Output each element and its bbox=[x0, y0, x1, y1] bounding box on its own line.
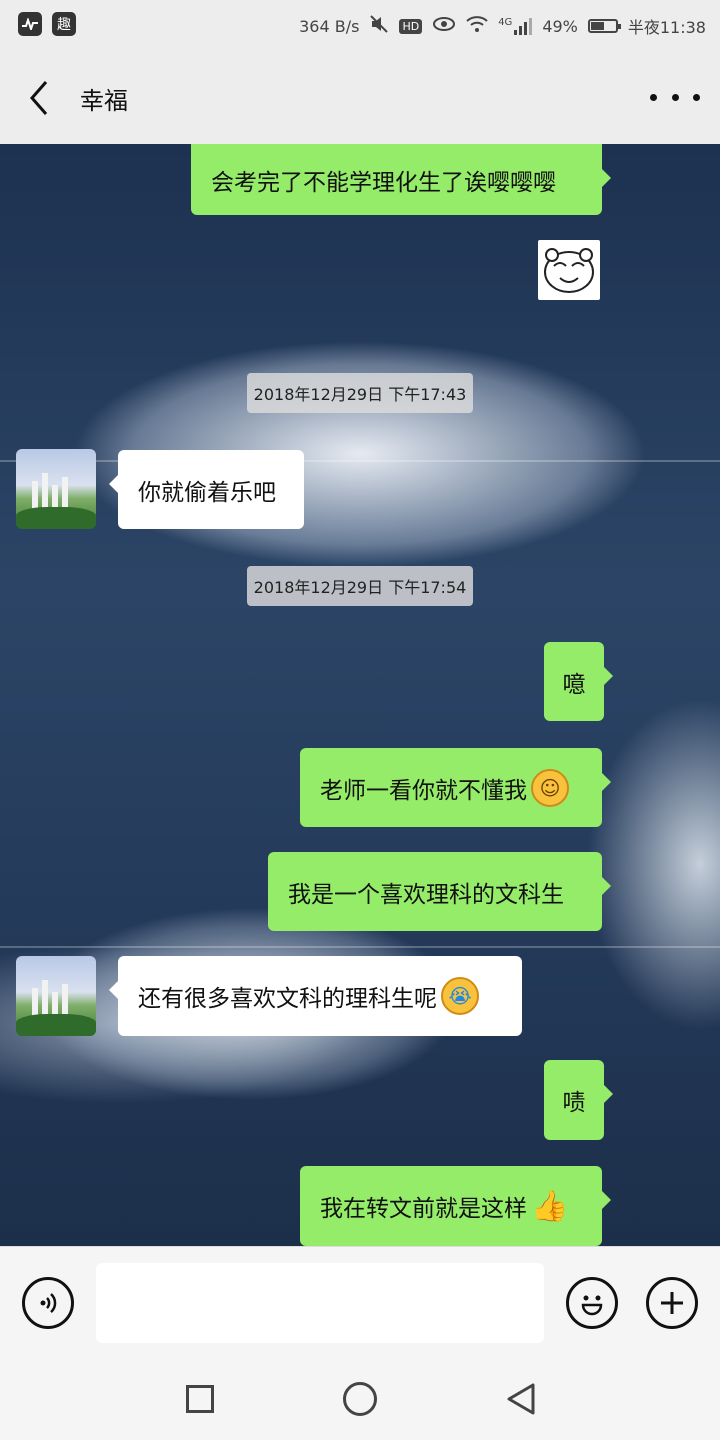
timestamp: 2018年12月29日 下午17:54 bbox=[247, 566, 473, 606]
message-text: 会考完了不能学理化生了诶嘤嘤嘤 bbox=[211, 169, 556, 196]
signal-type-label: 4G bbox=[498, 17, 513, 28]
hd-badge: HD bbox=[399, 18, 423, 34]
mute-icon bbox=[369, 14, 389, 38]
more-options-icon[interactable] bbox=[650, 80, 700, 114]
eye-icon bbox=[432, 16, 456, 36]
message-text: 我在转文前就是这样 bbox=[320, 1196, 527, 1222]
home-icon[interactable] bbox=[343, 1382, 377, 1416]
timestamp: 2018年12月29日 下午17:43 bbox=[247, 373, 473, 413]
avatar[interactable] bbox=[16, 956, 96, 1036]
message-bubble-sent[interactable]: 会考完了不能学理化生了诶嘤嘤嘤 bbox=[191, 144, 611, 215]
battery-icon bbox=[587, 19, 621, 33]
network-speed: 364 B/s bbox=[299, 16, 360, 36]
system-nav-bar bbox=[0, 1358, 720, 1440]
battery-percent: 49% bbox=[542, 16, 578, 36]
qu-app-icon: 趣 bbox=[52, 12, 76, 36]
background-seam bbox=[0, 460, 720, 462]
crying-laughing-emoji-icon: 😭 bbox=[441, 977, 479, 1015]
chat-area[interactable]: 会考完了不能学理化生了诶嘤嘤嘤 2018年12月29日 下午17:43 你就偷着… bbox=[0, 144, 720, 1246]
wifi-icon bbox=[466, 15, 488, 37]
background-seam bbox=[0, 946, 720, 948]
status-bar: 趣 364 B/s HD 4G 49% 半夜11:38 bbox=[0, 0, 720, 50]
message-text: 啧 bbox=[562, 1090, 586, 1116]
smile-emoji-icon: ☺ bbox=[531, 768, 569, 807]
emoji-picker-icon[interactable] bbox=[566, 1277, 618, 1329]
message-text: 你就偷着乐吧 bbox=[138, 479, 276, 506]
message-bubble-sent[interactable]: 我是一个喜欢理科的文科生 bbox=[268, 852, 611, 931]
input-bar bbox=[0, 1246, 720, 1358]
chat-header: 幸福 bbox=[0, 50, 720, 144]
back-arrow-icon[interactable] bbox=[24, 78, 58, 118]
avatar[interactable] bbox=[16, 449, 96, 529]
cell-signal-icon: 4G bbox=[498, 17, 533, 35]
message-bubble-sent[interactable]: 噫 bbox=[544, 642, 613, 721]
message-bubble-sent[interactable]: 老师一看你就不懂我 ☺ bbox=[300, 748, 611, 827]
voice-input-icon[interactable] bbox=[22, 1277, 74, 1329]
recent-apps-icon[interactable] bbox=[186, 1385, 214, 1413]
activity-monitor-icon bbox=[18, 12, 42, 36]
clock: 半夜11:38 bbox=[627, 18, 706, 37]
message-text: 老师一看你就不懂我 bbox=[320, 777, 527, 804]
chat-title: 幸福 bbox=[80, 87, 128, 115]
nav-back-icon[interactable] bbox=[505, 1382, 537, 1416]
message-bubble-sent[interactable]: 啧 bbox=[544, 1060, 613, 1140]
message-input[interactable] bbox=[96, 1263, 544, 1343]
message-bubble-received[interactable]: 还有很多喜欢文科的理科生呢 😭 bbox=[109, 956, 522, 1036]
thumbs-up-emoji-icon: 👍 bbox=[531, 1188, 569, 1224]
message-bubble-sent[interactable]: 我在转文前就是这样 👍 bbox=[300, 1166, 611, 1246]
add-plus-icon[interactable] bbox=[646, 1277, 698, 1329]
sticker-covering-face[interactable] bbox=[538, 240, 600, 300]
message-text: 噫 bbox=[562, 671, 586, 698]
message-text: 我是一个喜欢理科的文科生 bbox=[288, 881, 564, 908]
message-bubble-received[interactable]: 你就偷着乐吧 bbox=[109, 450, 304, 529]
message-text: 还有很多喜欢文科的理科生呢 bbox=[138, 986, 437, 1012]
